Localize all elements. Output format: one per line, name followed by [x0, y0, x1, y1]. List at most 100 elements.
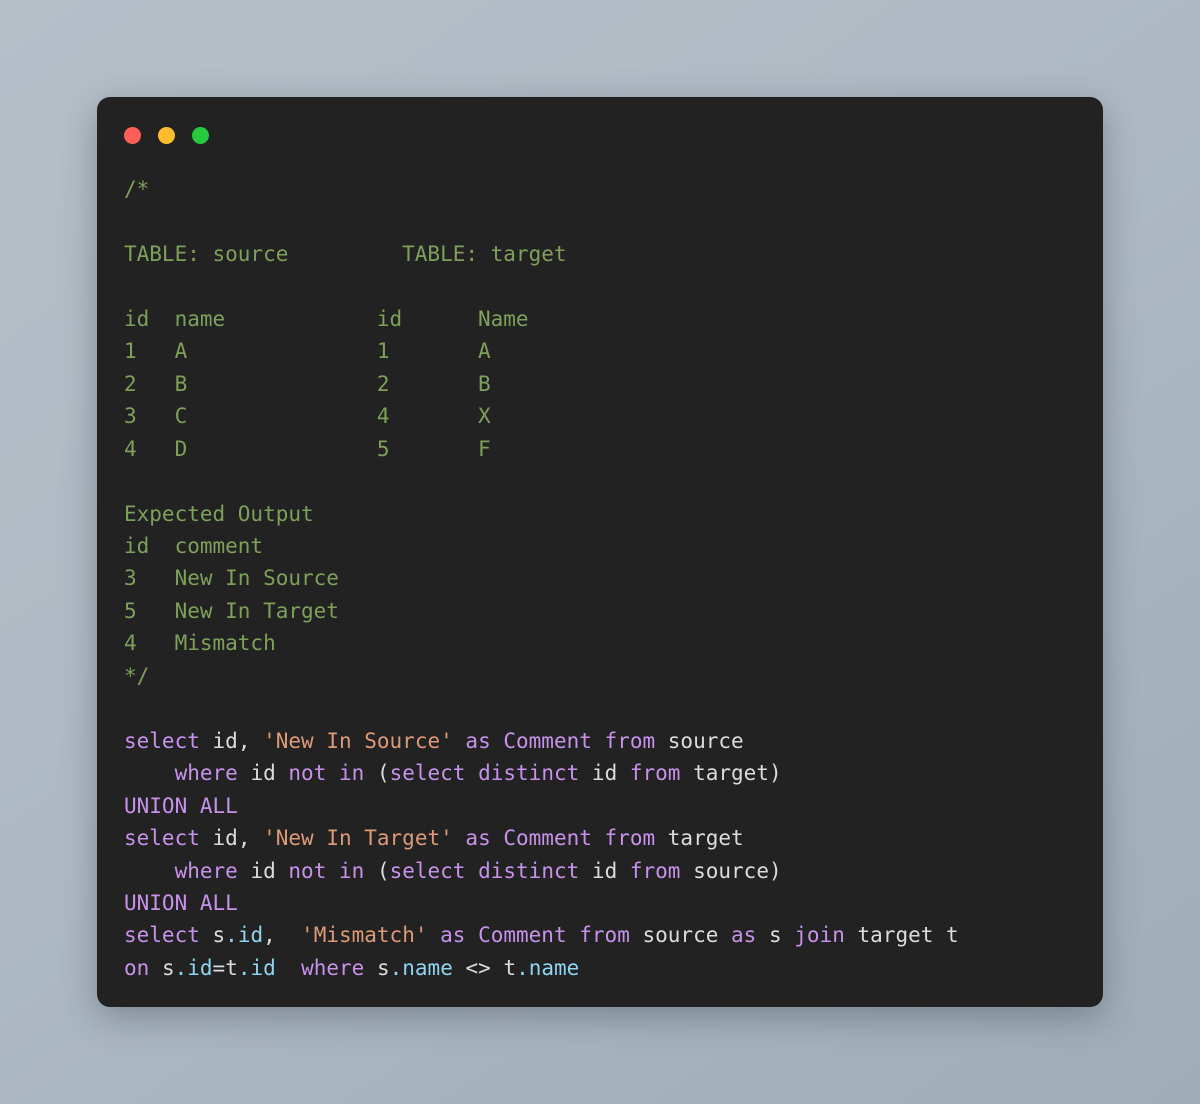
- code-line: UNION ALL: [124, 887, 1103, 919]
- code-token-punct: ): [768, 761, 782, 786]
- code-token-keyword: from: [604, 728, 656, 753]
- code-token-punct: [465, 923, 478, 947]
- code-token-string: 'New In Target': [263, 826, 453, 851]
- code-token-keyword: select: [124, 923, 200, 948]
- close-button[interactable]: [124, 126, 141, 144]
- code-token-comment: 1 A 1 A: [124, 339, 491, 364]
- code-token-ident: id: [212, 728, 238, 753]
- code-token-prop: .name: [389, 955, 453, 980]
- code-token-punct: [427, 923, 440, 947]
- code-token-punct: [655, 826, 668, 850]
- code-token-punct: [592, 729, 605, 753]
- code-token-keyword: not: [288, 761, 327, 786]
- code-token-keyword: select: [389, 858, 466, 883]
- code-token-punct: [149, 956, 162, 980]
- code-line: select id, 'New In Source' as Comment fr…: [124, 725, 1103, 757]
- code-token-punct: [453, 956, 466, 980]
- code-line: where id not in (select distinct id from…: [124, 855, 1103, 887]
- code-token-punct: (: [364, 761, 390, 786]
- code-token-punct: [465, 859, 478, 883]
- code-token-punct: [465, 761, 478, 785]
- window-titlebar: [97, 97, 1103, 173]
- code-token-punct: [756, 923, 769, 947]
- code-snippet-window: /* TABLE: source TABLE: target id name i…: [97, 97, 1103, 1007]
- code-token-ident: id: [250, 761, 276, 786]
- code-token-ident: id: [591, 858, 618, 883]
- code-token-punct: [124, 761, 175, 785]
- code-token-prop: .id: [174, 955, 213, 980]
- code-token-prop: .id: [225, 923, 264, 948]
- code-token-punct: ,: [263, 923, 302, 948]
- code-token-keyword: join: [794, 923, 845, 948]
- code-line: Expected Output: [124, 498, 1103, 530]
- code-token-ident: target: [693, 761, 769, 786]
- code-token-punct: [655, 729, 668, 753]
- code-token-punct: [579, 761, 592, 785]
- code-line: where id not in (select distinct id from…: [124, 757, 1103, 789]
- code-token-punct: <>: [465, 955, 491, 980]
- code-token-punct: [617, 859, 630, 883]
- code-token-comment: 3 New In Source: [124, 566, 339, 591]
- code-token-string: 'New In Source': [263, 728, 453, 753]
- code-line: 3 C 4 X: [124, 400, 1103, 432]
- minimize-button[interactable]: [158, 126, 175, 144]
- code-token-ident: target: [667, 826, 744, 851]
- code-token-keyword: Comment: [503, 728, 592, 753]
- code-token-punct: (: [364, 858, 390, 883]
- maximize-button[interactable]: [192, 126, 209, 144]
- code-token-punct: ,: [237, 826, 264, 851]
- code-token-keyword: Comment: [478, 923, 567, 948]
- code-line: 1 A 1 A: [124, 335, 1103, 367]
- code-token-punct: [124, 859, 175, 883]
- code-line: 3 New In Source: [124, 562, 1103, 594]
- code-token-comment: id comment: [124, 533, 264, 558]
- code-token-keyword: where: [301, 955, 365, 980]
- code-token-punct: [491, 956, 504, 980]
- code-editor[interactable]: /* TABLE: source TABLE: target id name i…: [97, 173, 1103, 1007]
- code-token-keyword: UNION ALL: [124, 793, 238, 818]
- code-token-punct: [782, 923, 795, 947]
- code-token-ident: target t: [857, 923, 959, 948]
- code-line: select id, 'New In Target' as Comment fr…: [124, 822, 1103, 854]
- code-token-punct: =: [212, 955, 226, 980]
- code-token-ident: id: [250, 858, 276, 883]
- code-token-punct: [617, 761, 630, 785]
- code-token-punct: [276, 956, 301, 980]
- code-token-comment: /*: [124, 177, 150, 201]
- code-line: TABLE: source TABLE: target: [124, 238, 1103, 270]
- code-token-punct: [200, 923, 213, 947]
- code-line: /*: [124, 173, 1103, 205]
- code-token-punct: [453, 729, 466, 753]
- code-token-punct: [680, 859, 693, 883]
- code-token-string: 'Mismatch': [301, 923, 428, 948]
- code-token-keyword: as: [440, 923, 466, 948]
- code-token-ident: source: [667, 728, 744, 753]
- code-token-ident: source: [693, 858, 769, 883]
- code-token-keyword: UNION ALL: [124, 890, 238, 915]
- code-token-keyword: where: [174, 761, 238, 786]
- code-token-comment: */: [124, 663, 150, 688]
- code-token-keyword: as: [731, 923, 757, 948]
- code-token-ident: t: [225, 955, 238, 980]
- code-token-punct: [579, 859, 592, 883]
- code-token-punct: [845, 923, 858, 947]
- code-token-keyword: from: [629, 858, 681, 883]
- code-token-ident: id: [591, 761, 618, 786]
- code-token-keyword: in: [339, 761, 365, 786]
- code-token-punct: [200, 729, 213, 753]
- code-token-keyword: Comment: [503, 826, 592, 851]
- code-token-punct: [326, 761, 339, 785]
- code-line: 5 New In Target: [124, 595, 1103, 627]
- code-token-keyword: select: [124, 728, 200, 753]
- code-token-keyword: as: [465, 728, 491, 753]
- code-token-keyword: distinct: [478, 761, 580, 786]
- code-token-comment: Expected Output: [124, 501, 314, 526]
- code-token-ident: s: [376, 955, 390, 980]
- code-token-keyword: as: [465, 826, 491, 851]
- screenshot-stage: /* TABLE: source TABLE: target id name i…: [0, 0, 1200, 1104]
- code-token-ident: s: [212, 923, 226, 948]
- code-token-punct: [238, 859, 251, 883]
- code-token-comment: 2 B 2 B: [124, 371, 491, 396]
